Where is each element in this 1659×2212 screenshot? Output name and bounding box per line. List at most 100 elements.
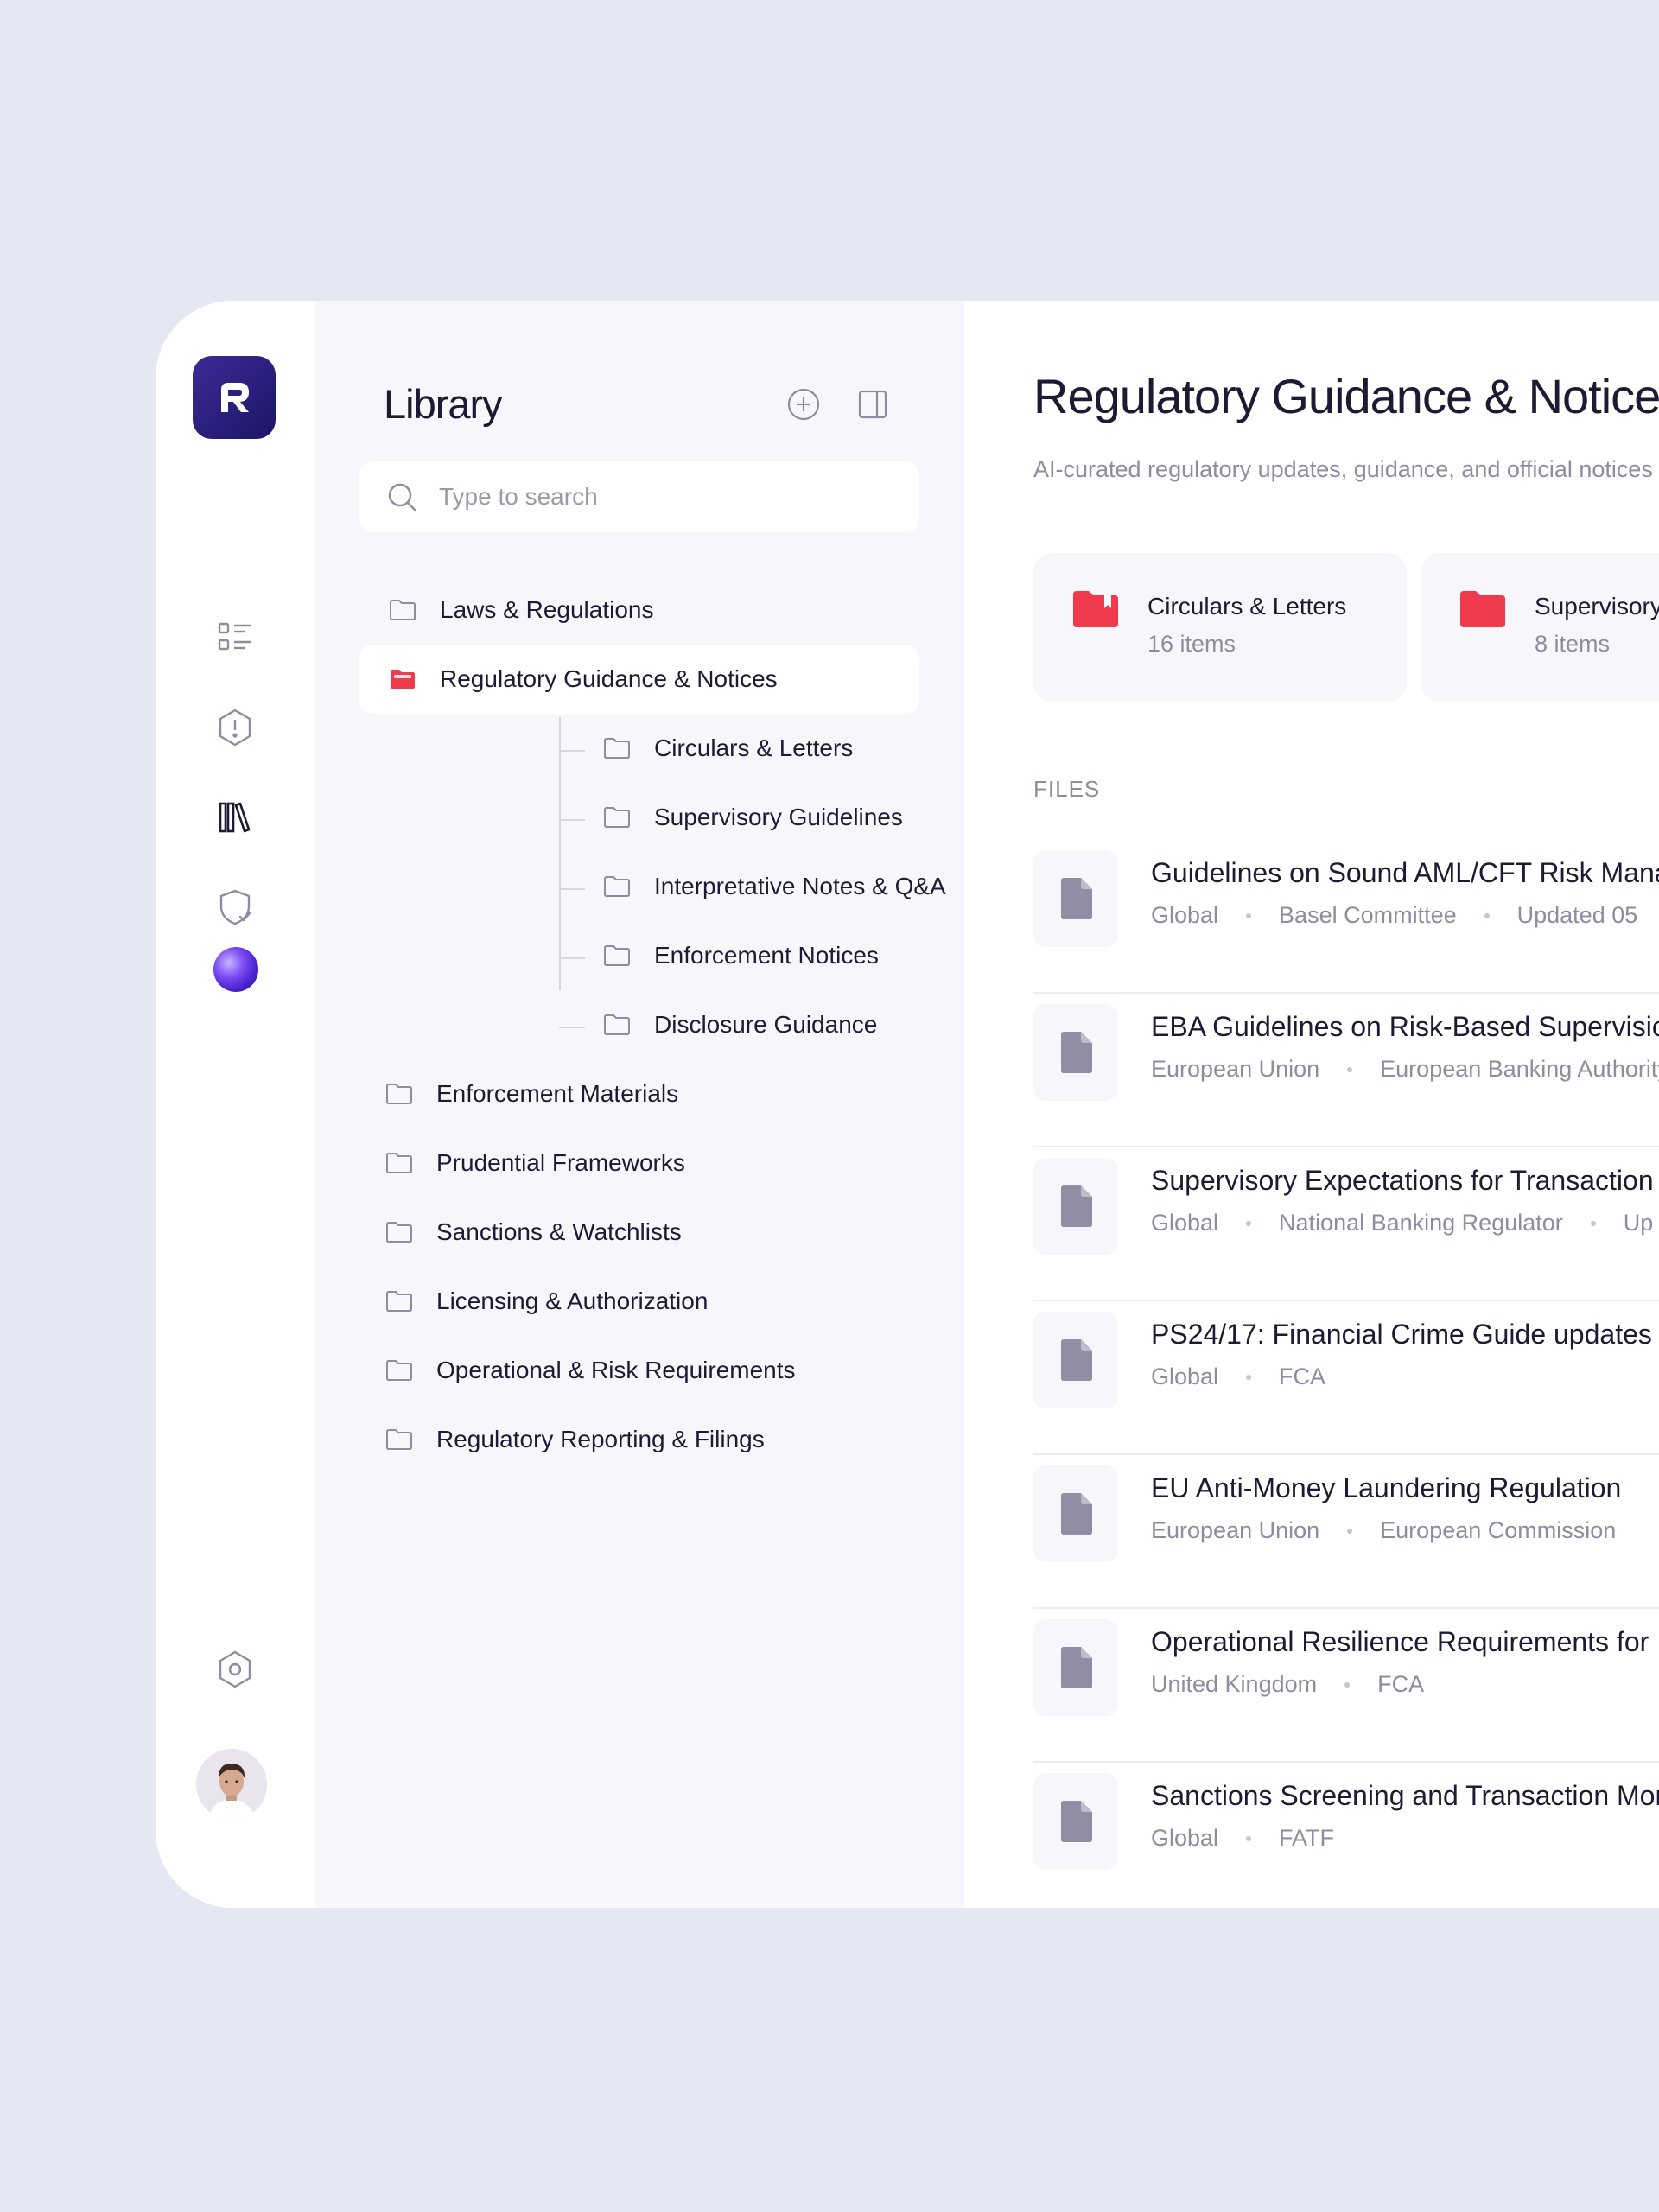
tree-item-regulatory-guidance[interactable]: Regulatory Guidance & Notices xyxy=(359,645,919,714)
nav-library-button[interactable] xyxy=(200,783,270,852)
tree-item-label: Prudential Frameworks xyxy=(436,1149,685,1176)
list-icon xyxy=(218,622,251,651)
main-content: Regulatory Guidance & Notices AI-curated… xyxy=(964,311,1659,1908)
tree-item-label: Regulatory Reporting & Filings xyxy=(436,1426,765,1452)
folder-bookmark-icon xyxy=(1073,591,1118,627)
file-meta: Global National Banking Regulator Up xyxy=(1151,1210,1653,1236)
library-title: Library xyxy=(384,381,503,427)
file-row[interactable]: Supervisory Expectations for Transaction… xyxy=(1033,1147,1659,1301)
tree-item-sanctions-watchlists[interactable]: Sanctions & Watchlists xyxy=(384,1198,682,1267)
file-source: European Banking Authority xyxy=(1380,1056,1659,1082)
tree-item-supervisory-guidelines[interactable]: Supervisory Guidelines xyxy=(601,783,903,852)
app-logo[interactable] xyxy=(193,356,276,439)
file-title: Sanctions Screening and Transaction Moni… xyxy=(1151,1780,1659,1811)
icon-rail xyxy=(156,301,315,1908)
folder-card-name: Circulars & Letters xyxy=(1147,593,1347,620)
file-region: European Union xyxy=(1151,1056,1320,1082)
library-books-icon xyxy=(219,802,251,833)
file-title: EU Anti-Money Laundering Regulation xyxy=(1151,1472,1622,1503)
ai-orb-icon[interactable] xyxy=(213,947,258,992)
separator-dot xyxy=(1246,1374,1252,1380)
folder-icon xyxy=(604,876,630,897)
page-title: Regulatory Guidance & Notices xyxy=(1033,369,1659,423)
tree-item-circulars-letters[interactable]: Circulars & Letters xyxy=(601,714,853,783)
file-meta: European Union European Banking Authorit… xyxy=(1151,1056,1659,1083)
file-updated: Up xyxy=(1623,1210,1654,1236)
tree-item-licensing-authorization[interactable]: Licensing & Authorization xyxy=(384,1267,708,1336)
tree-item-laws-regulations[interactable]: Laws & Regulations xyxy=(387,575,653,645)
nav-compliance-button[interactable] xyxy=(200,873,270,942)
tree-item-label: Circulars & Letters xyxy=(654,734,854,761)
file-row[interactable]: Guidelines on Sound AML/CFT Risk Managem… xyxy=(1033,840,1659,994)
tree-branch xyxy=(559,750,585,752)
folder-card-supervisory[interactable]: Supervisory Guidelines 8 items xyxy=(1421,553,1659,702)
separator-dot xyxy=(1347,1066,1353,1072)
file-meta: United Kingdom FCA xyxy=(1151,1671,1424,1698)
file-thumb xyxy=(1033,1004,1118,1101)
file-row[interactable]: Operational Resilience Requirements for … xyxy=(1033,1609,1659,1763)
file-meta: Global FATF xyxy=(1151,1825,1334,1852)
toggle-panel-button[interactable] xyxy=(854,385,892,423)
file-row[interactable]: Sanctions Screening and Transaction Moni… xyxy=(1033,1763,1659,1908)
file-row[interactable]: EU Anti-Money Laundering Regulation Euro… xyxy=(1033,1455,1659,1609)
nav-alerts-button[interactable] xyxy=(200,693,270,762)
file-region: Global xyxy=(1151,1363,1219,1389)
folder-card-circulars[interactable]: Circulars & Letters 16 items xyxy=(1033,553,1407,702)
files-section-label: FILES xyxy=(1033,776,1101,802)
tree-item-interpretative-notes[interactable]: Interpretative Notes & Q&A xyxy=(601,852,946,921)
folder-icon xyxy=(604,807,630,828)
tree-item-enforcement-materials[interactable]: Enforcement Materials xyxy=(384,1059,678,1128)
document-icon xyxy=(1061,1647,1092,1688)
tree-item-disclosure-guidance[interactable]: Disclosure Guidance xyxy=(601,990,877,1059)
search-box[interactable] xyxy=(359,461,919,532)
add-folder-button[interactable] xyxy=(785,385,823,423)
file-thumb xyxy=(1033,1465,1118,1562)
file-region: United Kingdom xyxy=(1151,1671,1318,1697)
file-title: EBA Guidelines on Risk-Based Supervision xyxy=(1151,1011,1659,1042)
tree-item-prudential-frameworks[interactable]: Prudential Frameworks xyxy=(384,1128,685,1198)
document-icon xyxy=(1061,1032,1092,1073)
file-title: Supervisory Expectations for Transaction… xyxy=(1151,1165,1659,1196)
user-avatar-icon xyxy=(196,1749,267,1820)
file-region: Global xyxy=(1151,902,1219,928)
nav-list-button[interactable] xyxy=(200,603,270,672)
file-meta: Global FCA xyxy=(1151,1363,1325,1390)
folder-icon xyxy=(386,1429,412,1450)
separator-dot xyxy=(1246,1835,1252,1841)
tree-item-label: Licensing & Authorization xyxy=(436,1287,709,1314)
avatar[interactable] xyxy=(196,1749,267,1820)
document-icon xyxy=(1061,878,1092,919)
tree-branch xyxy=(559,888,585,890)
document-icon xyxy=(1061,1339,1092,1381)
folder-icon xyxy=(390,600,416,620)
file-source: FATF xyxy=(1279,1825,1335,1851)
file-updated: Updated 05 xyxy=(1516,902,1638,928)
document-icon xyxy=(1061,1185,1092,1227)
tree-item-operational-risk[interactable]: Operational & Risk Requirements xyxy=(384,1336,796,1405)
sidebar-panel-icon xyxy=(858,390,887,419)
tree-item-enforcement-notices[interactable]: Enforcement Notices xyxy=(601,921,879,990)
file-region: Global xyxy=(1151,1825,1219,1851)
separator-dot xyxy=(1246,912,1252,918)
separator-dot xyxy=(1484,912,1490,918)
document-icon xyxy=(1061,1493,1092,1535)
shield-check-icon xyxy=(219,889,251,925)
page-subtitle: AI-curated regulatory updates, guidance,… xyxy=(1033,456,1653,482)
file-row[interactable]: PS24/17: Financial Crime Guide updates G… xyxy=(1033,1301,1659,1455)
separator-dot xyxy=(1344,1681,1351,1688)
search-input[interactable] xyxy=(439,483,888,511)
separator-dot xyxy=(1590,1220,1596,1226)
nav-settings-button[interactable] xyxy=(200,1635,270,1704)
tree-item-label: Interpretative Notes & Q&A xyxy=(654,873,946,899)
file-thumb xyxy=(1033,1158,1118,1255)
folder-icon xyxy=(386,1222,412,1243)
folder-icon xyxy=(1460,591,1505,627)
folder-icon xyxy=(386,1291,412,1312)
tree-item-regulatory-reporting[interactable]: Regulatory Reporting & Filings xyxy=(384,1405,765,1474)
folder-icon xyxy=(604,738,630,759)
plus-circle-icon xyxy=(787,388,820,421)
file-row[interactable]: EBA Guidelines on Risk-Based Supervision… xyxy=(1033,994,1659,1147)
file-title: Operational Resilience Requirements for xyxy=(1151,1626,1649,1657)
file-thumb xyxy=(1033,1312,1118,1408)
tree-branch xyxy=(559,819,585,821)
